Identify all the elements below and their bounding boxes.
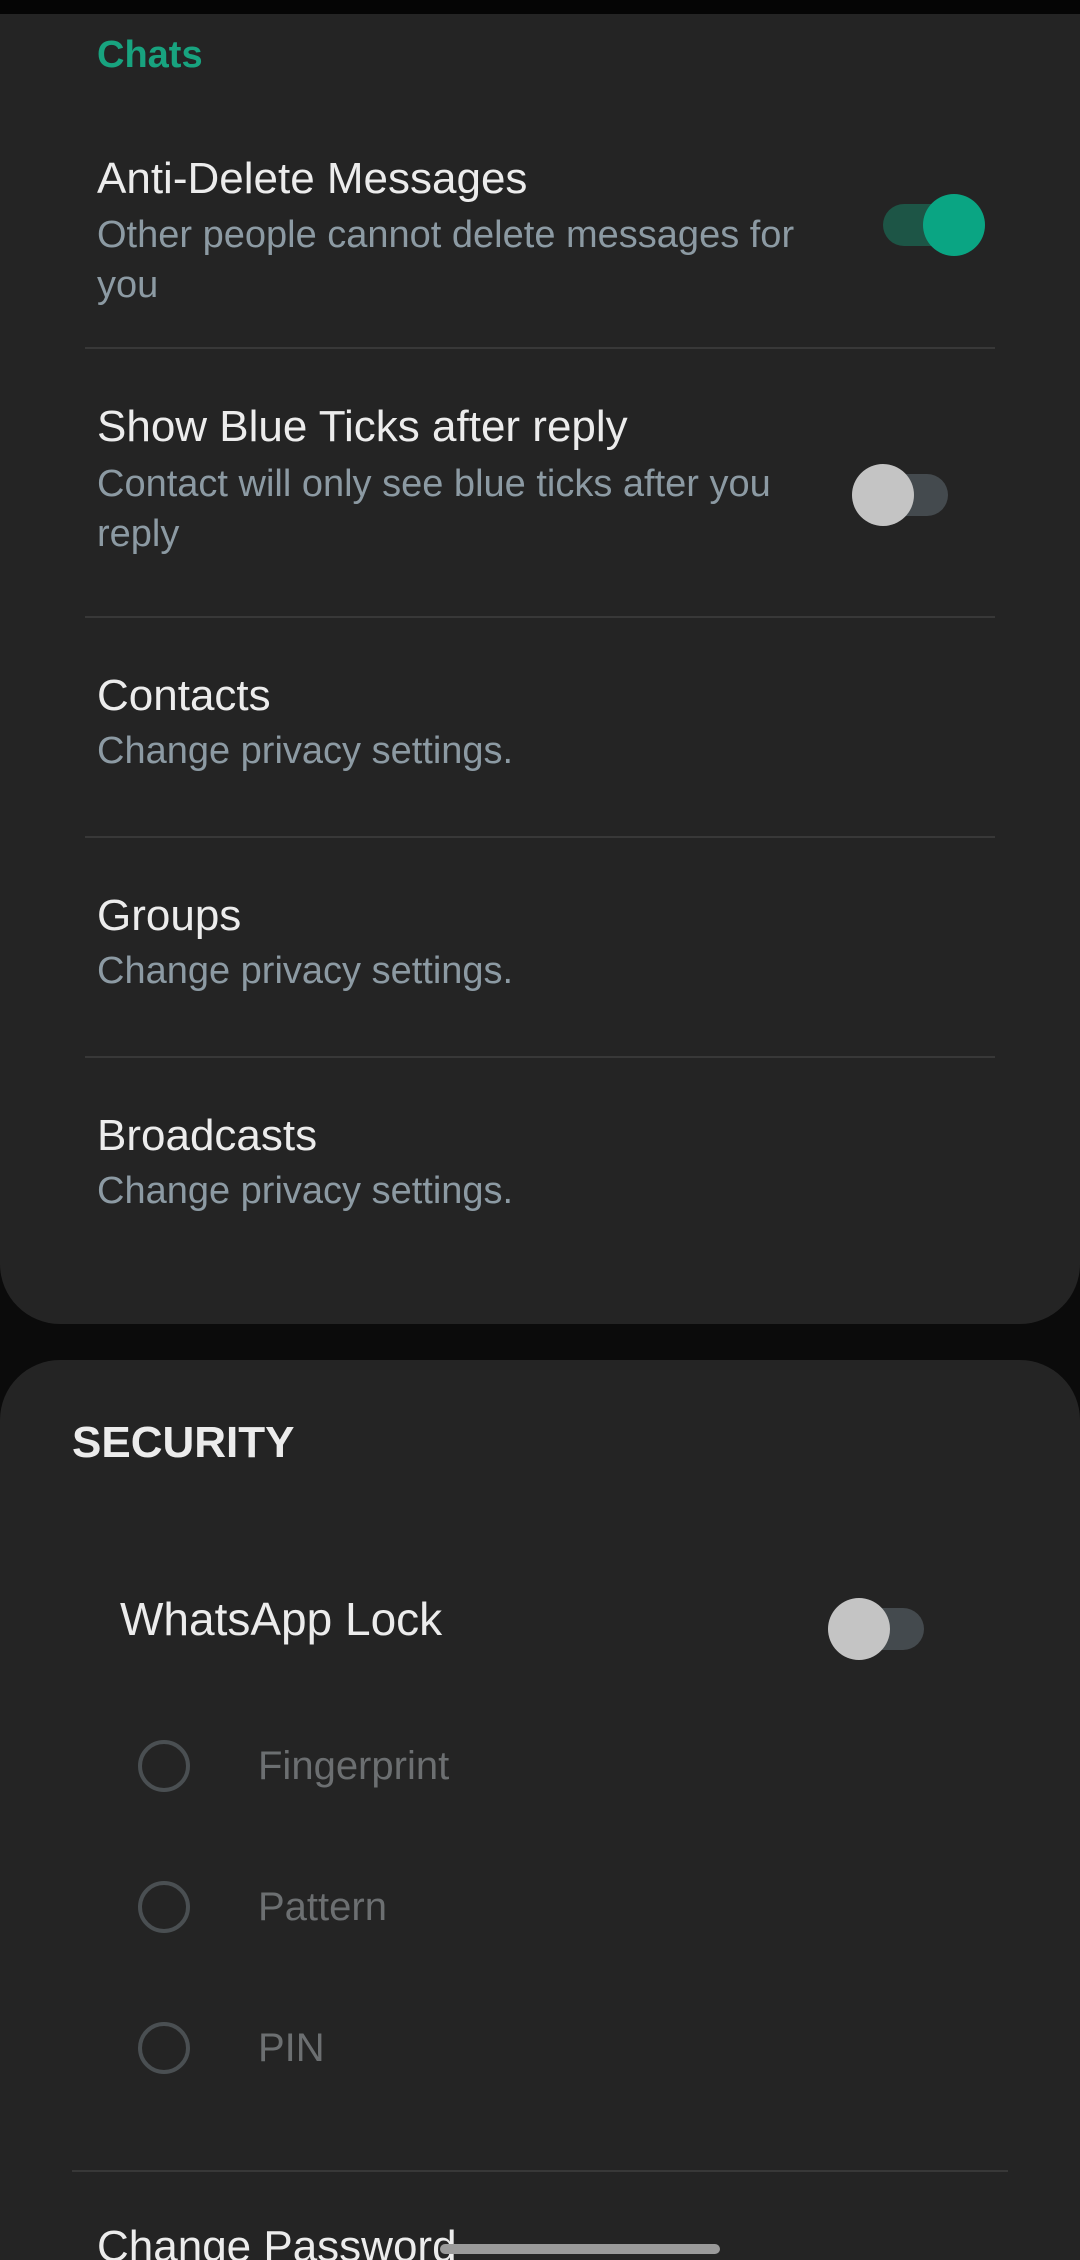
show-blue-ticks-row[interactable]: Show Blue Ticks after reply Contact will… [0,349,1080,617]
lock-option-fingerprint[interactable]: Fingerprint [130,1730,830,1810]
security-settings-card: SECURITY WhatsApp Lock Fingerprint Patte… [0,1360,1080,2260]
change-password-item[interactable]: Change Password [97,2222,457,2260]
groups-privacy-row[interactable]: Groups Change privacy settings. [0,838,1080,1058]
anti-delete-messages-toggle[interactable] [875,186,985,256]
toggle-thumb [852,464,914,526]
radio-button-icon[interactable] [138,2022,190,2074]
radio-button-icon[interactable] [138,1881,190,1933]
pin-label: PIN [258,2026,325,2070]
broadcasts-title: Broadcasts [97,1111,318,1160]
anti-delete-messages-title: Anti-Delete Messages [97,154,528,203]
fingerprint-label: Fingerprint [258,1744,450,1788]
radio-button-icon[interactable] [138,1740,190,1792]
navigation-gesture-bar[interactable] [440,2244,720,2254]
security-section-header: SECURITY [72,1418,295,1467]
show-blue-ticks-title: Show Blue Ticks after reply [97,402,628,451]
divider [72,2170,1008,2172]
show-blue-ticks-toggle[interactable] [852,456,952,526]
anti-delete-messages-row[interactable]: Anti-Delete Messages Other people cannot… [0,94,1080,334]
contacts-summary: Change privacy settings. [97,730,514,772]
toggle-thumb [828,1598,890,1660]
broadcasts-privacy-row[interactable]: Broadcasts Change privacy settings. [0,1058,1080,1278]
settings-screen: Chats Anti-Delete Messages Other people … [0,0,1080,2260]
anti-delete-messages-summary: Other people cannot delete messages for … [97,214,795,306]
groups-summary: Change privacy settings. [97,950,514,992]
contacts-privacy-row[interactable]: Contacts Change privacy settings. [0,618,1080,838]
lock-option-pattern[interactable]: Pattern [130,1871,830,1951]
toggle-thumb [923,194,985,256]
whatsapp-lock-title: WhatsApp Lock [120,1593,443,1645]
contacts-title: Contacts [97,671,271,720]
show-blue-ticks-summary: Contact will only see blue ticks after y… [97,463,771,555]
chats-section-label: Chats [97,34,203,76]
chats-settings-card: Chats Anti-Delete Messages Other people … [0,14,1080,1324]
status-bar [0,0,1080,14]
pattern-label: Pattern [258,1885,387,1929]
whatsapp-lock-toggle[interactable] [828,1590,928,1660]
lock-option-pin[interactable]: PIN [130,2012,830,2092]
groups-title: Groups [97,891,242,940]
broadcasts-summary: Change privacy settings. [97,1170,514,1212]
